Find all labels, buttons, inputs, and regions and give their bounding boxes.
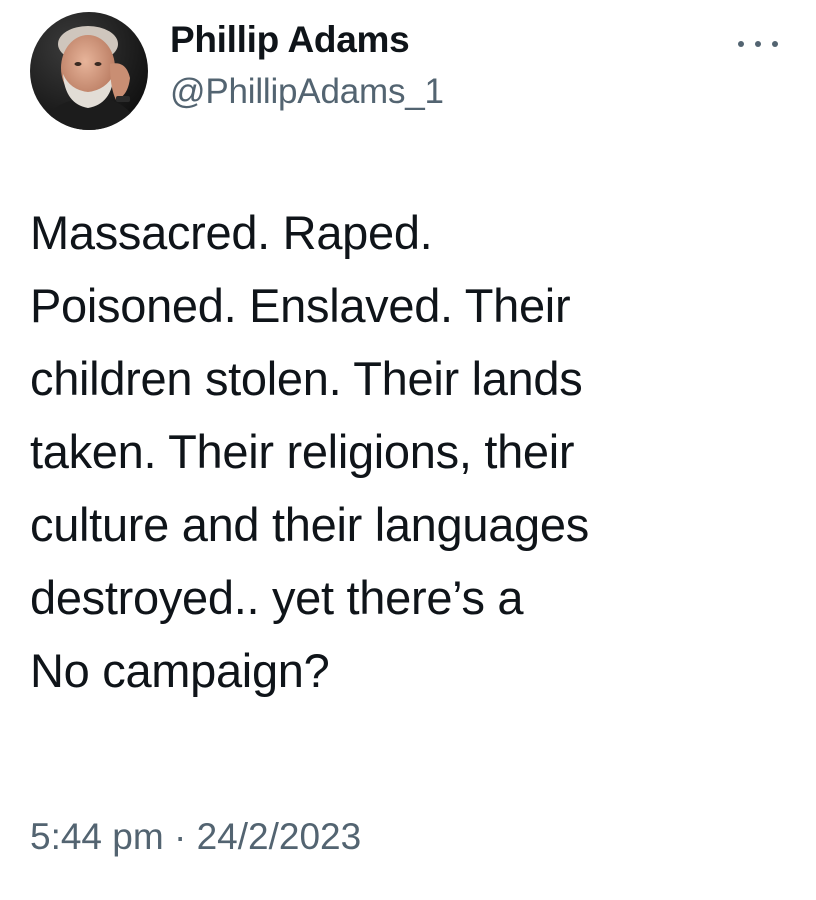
tweet-timestamp[interactable]: 5:44 pm · 24/2/2023 (30, 812, 361, 862)
tweet-text: Massacred. Raped. Poisoned. Enslaved. Th… (30, 196, 790, 707)
ellipsis-icon (738, 41, 744, 47)
author-handle[interactable]: @PhillipAdams_1 (170, 70, 444, 114)
ellipsis-icon-dot-3 (772, 41, 778, 47)
tweet-text-line: children stolen. Their lands (30, 352, 583, 405)
author-display-name[interactable]: Phillip Adams (170, 18, 444, 62)
tweet-text-line: culture and their languages (30, 498, 589, 551)
timestamp-separator: · (173, 816, 187, 857)
tweet-card: Phillip Adams @PhillipAdams_1 Massacred.… (0, 0, 816, 900)
tweet-text-line: taken. Their religions, their (30, 425, 575, 478)
tweet-date: 24/2/2023 (196, 816, 362, 857)
more-options-button[interactable] (738, 32, 778, 56)
tweet-header: Phillip Adams @PhillipAdams_1 (30, 12, 786, 132)
tweet-text-line: destroyed.. yet there’s a (30, 571, 524, 624)
tweet-text-line: Poisoned. Enslaved. Their (30, 279, 571, 332)
profile-photo-icon (30, 12, 148, 130)
tweet-time: 5:44 pm (30, 816, 164, 857)
author-names: Phillip Adams @PhillipAdams_1 (170, 18, 444, 114)
avatar[interactable] (30, 12, 148, 130)
tweet-text-line: No campaign? (30, 644, 330, 697)
tweet-text-line: Massacred. Raped. (30, 206, 433, 259)
ellipsis-icon-dot-2 (755, 41, 761, 47)
